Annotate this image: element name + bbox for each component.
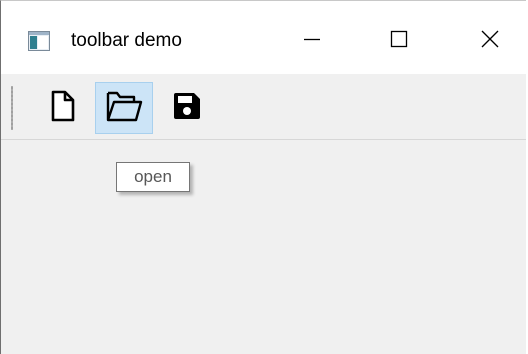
minimize-icon xyxy=(302,29,322,54)
client-area[interactable] xyxy=(1,140,526,354)
toolbar-grip[interactable] xyxy=(11,86,13,130)
new-file-button[interactable] xyxy=(34,82,92,134)
open-button[interactable] xyxy=(95,82,153,134)
toolbar xyxy=(1,74,526,140)
tooltip-text: open xyxy=(134,167,172,186)
window-title: toolbar demo xyxy=(71,30,182,51)
close-button[interactable] xyxy=(467,21,513,61)
main-window: toolbar demo xyxy=(0,0,526,354)
tooltip: open xyxy=(116,162,190,192)
open-folder-icon xyxy=(104,88,144,129)
maximize-icon xyxy=(389,29,409,54)
new-file-icon xyxy=(50,90,76,127)
minimize-button[interactable] xyxy=(289,21,335,61)
save-icon xyxy=(171,90,203,127)
save-button[interactable] xyxy=(158,82,216,134)
window-app-icon xyxy=(28,31,50,51)
close-icon xyxy=(480,29,500,54)
title-bar[interactable]: toolbar demo xyxy=(1,1,526,74)
maximize-button[interactable] xyxy=(376,21,422,61)
